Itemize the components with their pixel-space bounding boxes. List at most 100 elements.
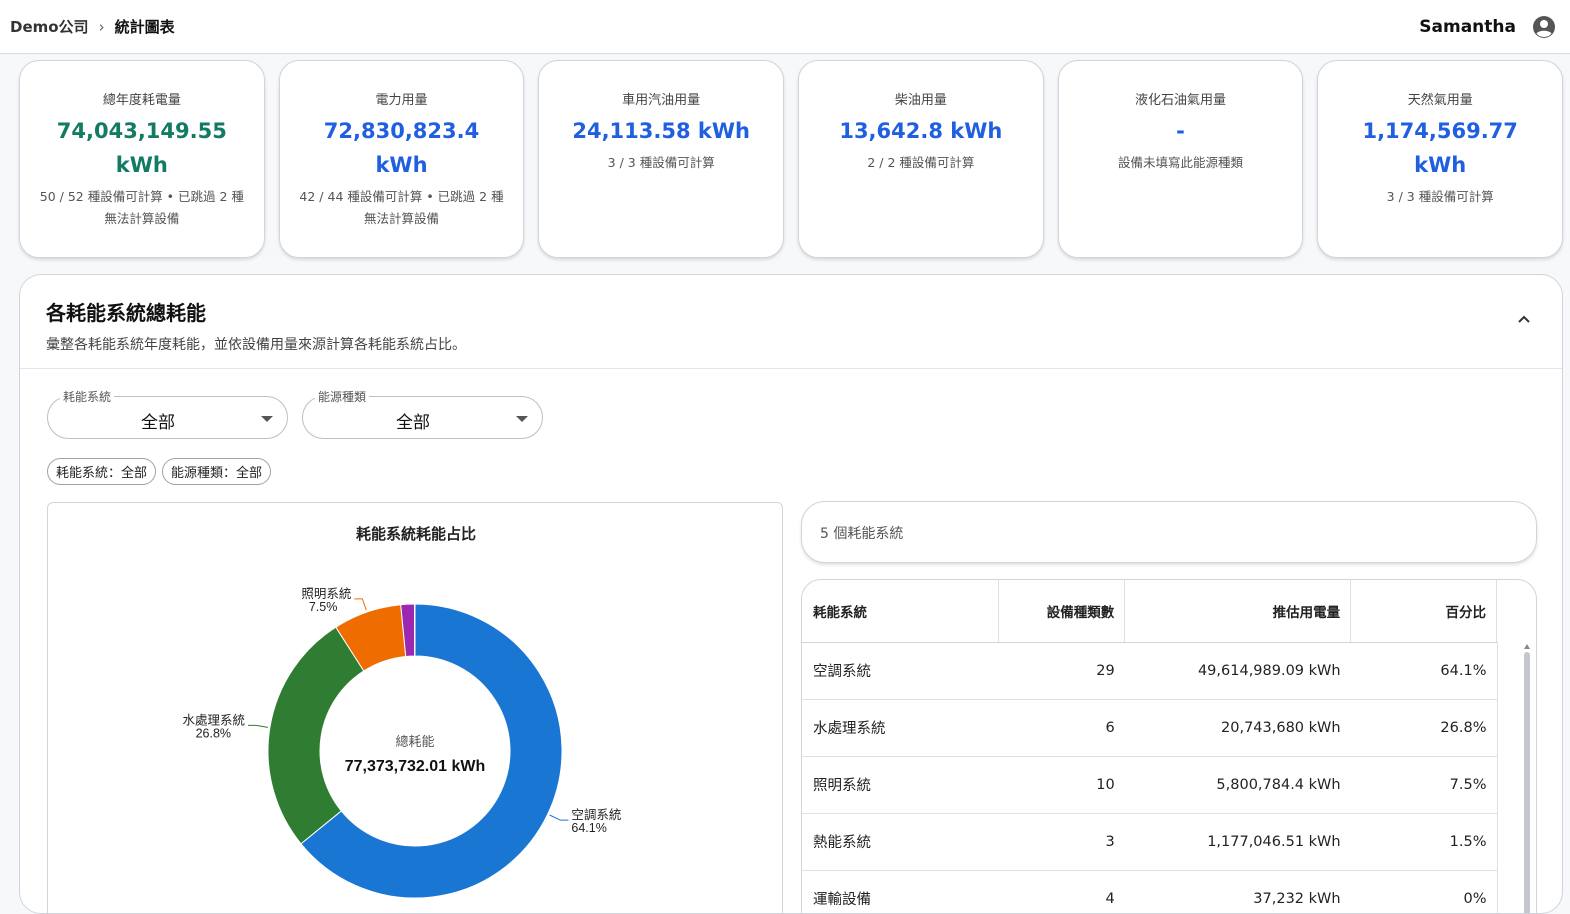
breadcrumb-current: 統計圖表 [115, 16, 175, 37]
summary-card-diesel: 柴油用量 13,642.8 kWh 2 / 2 種設備可計算 [798, 60, 1044, 258]
scroll-up-arrow-icon[interactable] [1524, 644, 1530, 649]
column-header-device-count[interactable]: 設備種類數 [999, 580, 1125, 642]
cell-system: 照明系統 [802, 756, 999, 813]
card-title: 總年度耗電量 [36, 89, 248, 108]
system-consumption-panel: 各耗能系統總耗能 彙整各耗能系統年度耗能，並依設備用量來源計算各耗能系統占比。 … [19, 274, 1563, 914]
dropdown-caret-icon[interactable] [261, 416, 273, 422]
summary-cards: 總年度耗電量 74,043,149.55 kWh 50 / 52 種設備可計算 … [19, 60, 1563, 258]
system-count-text: 5 個耗能系統 [820, 523, 903, 543]
cell-device-count: 6 [999, 699, 1125, 756]
card-value: 24,113.58 kWh [555, 114, 767, 148]
active-filter-chips: 耗能系統：全部 能源種類：全部 [47, 458, 271, 485]
slice-leader-line [550, 815, 569, 820]
table-header-row: 耗能系統 設備種類數 推估用電量 百分比 [802, 580, 1497, 642]
cell-system: 運輸設備 [802, 870, 999, 914]
filter-bar: 耗能系統 全部 能源種類 全部 [47, 396, 543, 439]
breadcrumb-company[interactable]: Demo公司 [10, 16, 89, 37]
card-value: - [1075, 114, 1287, 148]
cell-system: 空調系統 [802, 642, 999, 699]
card-title: 天然氣用量 [1334, 89, 1546, 108]
summary-card-natural-gas: 天然氣用量 1,174,569.77 kWh 3 / 3 種設備可計算 [1317, 60, 1563, 258]
slice-leader-line [354, 599, 366, 610]
filter-label: 能源種類 [315, 388, 369, 405]
user-name[interactable]: Samantha [1419, 17, 1516, 37]
cell-percentage: 7.5% [1351, 756, 1497, 813]
card-note: 2 / 2 種設備可計算 [815, 152, 1027, 174]
cell-device-count: 3 [999, 813, 1125, 870]
slice-name-label: 照明系統 [301, 587, 351, 601]
panel-header[interactable]: 各耗能系統總耗能 彙整各耗能系統年度耗能，並依設備用量來源計算各耗能系統占比。 [20, 275, 1562, 369]
cell-device-count: 4 [999, 870, 1125, 914]
donut-chart: 空調系統64.1% 水處理系統26.8% 照明系統7.5% 總耗能 77,373,7… [48, 503, 784, 914]
system-count-search-bar[interactable]: 5 個耗能系統 [801, 501, 1537, 563]
card-title: 電力用量 [296, 89, 508, 108]
breadcrumb-separator: › [99, 18, 105, 36]
cell-system: 熱能系統 [802, 813, 999, 870]
slice-percent-label: 26.8% [196, 726, 231, 740]
donut-chart-card: 耗能系統耗能占比 空調系統64.1%水處理系統26.8%照明系統7.5% 總耗能… [47, 502, 783, 914]
card-value: 13,642.8 kWh [815, 114, 1027, 148]
filter-value[interactable]: 全部 [303, 408, 523, 433]
card-note: 3 / 3 種設備可計算 [1334, 186, 1546, 208]
card-note: 50 / 52 種設備可計算 • 已跳過 2 種無法計算設備 [36, 186, 248, 230]
slice-name-label: 水處理系統 [183, 713, 246, 727]
table-row[interactable]: 空調系統 29 49,614,989.09 kWh 64.1% [802, 642, 1497, 699]
slice-leader-line [248, 725, 268, 727]
scrollbar-thumb[interactable] [1524, 652, 1530, 914]
cell-percentage: 26.8% [1351, 699, 1497, 756]
summary-card-electricity: 電力用量 72,830,823.4 kWh 42 / 44 種設備可計算 • 已… [279, 60, 525, 258]
card-title: 車用汽油用量 [555, 89, 767, 108]
card-value: 72,830,823.4 kWh [296, 114, 508, 182]
cell-device-count: 10 [999, 756, 1125, 813]
panel-description: 彙整各耗能系統年度耗能，並依設備用量來源計算各耗能系統占比。 [46, 334, 1536, 354]
cell-percentage: 0% [1351, 870, 1497, 914]
table-row[interactable]: 運輸設備 4 37,232 kWh 0% [802, 870, 1497, 914]
table-scrollbar[interactable] [1497, 642, 1536, 914]
cell-estimated-power: 37,232 kWh [1125, 870, 1351, 914]
account-circle-icon[interactable] [1532, 15, 1556, 39]
slice-name-label: 空調系統 [571, 808, 621, 822]
table-row[interactable]: 照明系統 10 5,800,784.4 kWh 7.5% [802, 756, 1497, 813]
system-table: 耗能系統 設備種類數 推估用電量 百分比 空調系統 29 49,614,989.… [801, 579, 1537, 914]
filter-chip-system[interactable]: 耗能系統：全部 [47, 458, 156, 485]
system-filter-select[interactable]: 耗能系統 全部 [47, 396, 288, 439]
summary-card-gasoline: 車用汽油用量 24,113.58 kWh 3 / 3 種設備可計算 [538, 60, 784, 258]
card-value: 74,043,149.55 kWh [36, 114, 248, 182]
cell-percentage: 64.1% [1351, 642, 1497, 699]
chevron-up-icon[interactable] [1516, 311, 1532, 327]
chart-center-label: 總耗能 [395, 734, 434, 749]
slice-percent-label: 64.1% [571, 821, 606, 835]
column-header-estimated-power[interactable]: 推估用電量 [1125, 580, 1351, 642]
panel-title: 各耗能系統總耗能 [46, 297, 1536, 326]
card-value: 1,174,569.77 kWh [1334, 114, 1546, 182]
table-row[interactable]: 水處理系統 6 20,743,680 kWh 26.8% [802, 699, 1497, 756]
breadcrumb: Demo公司 › 統計圖表 [10, 16, 175, 37]
filter-value[interactable]: 全部 [48, 408, 268, 433]
table-row[interactable]: 熱能系統 3 1,177,046.51 kWh 1.5% [802, 813, 1497, 870]
column-header-percentage[interactable]: 百分比 [1351, 580, 1497, 642]
dropdown-caret-icon[interactable] [516, 416, 528, 422]
cell-percentage: 1.5% [1351, 813, 1497, 870]
data-table: 耗能系統 設備種類數 推估用電量 百分比 空調系統 29 49,614,989.… [802, 580, 1497, 914]
cell-device-count: 29 [999, 642, 1125, 699]
cell-estimated-power: 20,743,680 kWh [1125, 699, 1351, 756]
card-title: 柴油用量 [815, 89, 1027, 108]
summary-card-total: 總年度耗電量 74,043,149.55 kWh 50 / 52 種設備可計算 … [19, 60, 265, 258]
top-bar: Demo公司 › 統計圖表 Samantha [0, 0, 1570, 54]
card-note: 3 / 3 種設備可計算 [555, 152, 767, 174]
chart-center-value: 77,373,732.01 kWh [345, 758, 486, 775]
cell-estimated-power: 5,800,784.4 kWh [1125, 756, 1351, 813]
column-header-system[interactable]: 耗能系統 [802, 580, 999, 642]
cell-system: 水處理系統 [802, 699, 999, 756]
user-menu[interactable]: Samantha [1419, 15, 1556, 39]
card-title: 液化石油氣用量 [1075, 89, 1287, 108]
filter-label: 耗能系統 [60, 388, 114, 405]
filter-chip-energy[interactable]: 能源種類：全部 [162, 458, 271, 485]
slice-percent-label: 7.5% [309, 600, 338, 614]
donut-slice[interactable] [268, 627, 364, 844]
summary-card-lpg: 液化石油氣用量 - 設備未填寫此能源種類 [1058, 60, 1304, 258]
card-note: 42 / 44 種設備可計算 • 已跳過 2 種無法計算設備 [296, 186, 508, 230]
cell-estimated-power: 1,177,046.51 kWh [1125, 813, 1351, 870]
card-note: 設備未填寫此能源種類 [1075, 152, 1287, 174]
energy-filter-select[interactable]: 能源種類 全部 [302, 396, 543, 439]
